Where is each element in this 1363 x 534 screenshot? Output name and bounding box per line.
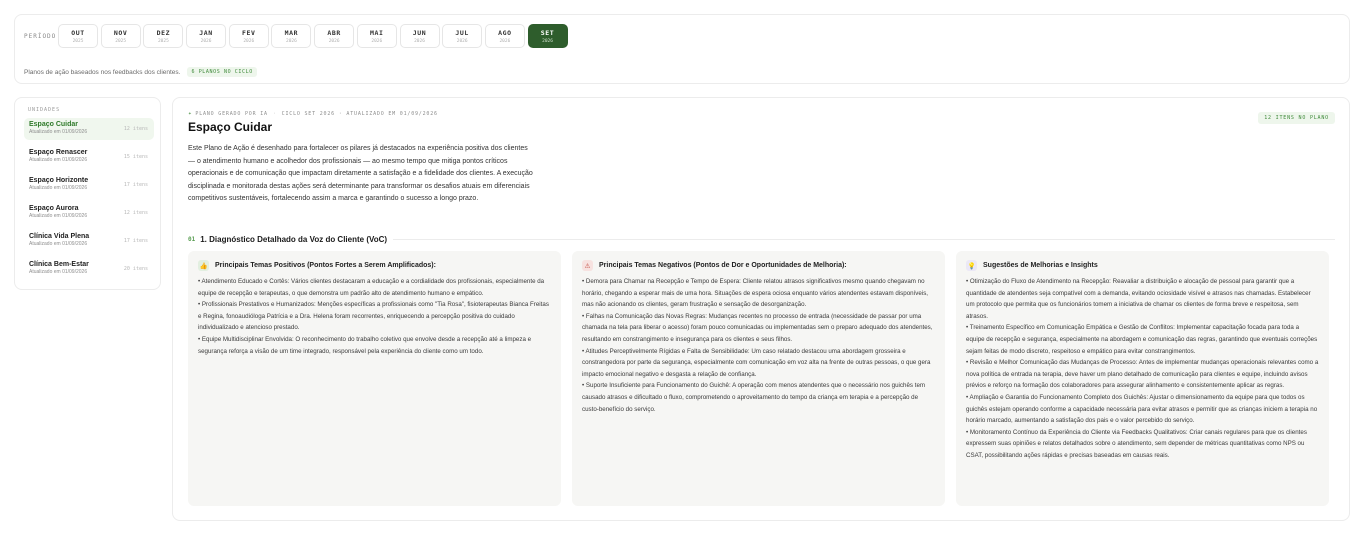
month-chip-nov[interactable]: NOV 2025 xyxy=(100,24,141,48)
positive-themes-title: Principais Temas Positivos (Pontos Forte… xyxy=(215,262,436,269)
month-year: 2026 xyxy=(499,38,511,44)
month-chip-jul[interactable]: JUL 2026 xyxy=(442,24,483,48)
positive-themes-body: • Atendimento Educado e Cortês: Vários c… xyxy=(198,276,551,357)
list-item: • Treinamento Específico em Comunicação … xyxy=(966,324,1318,355)
unit-item-count: 17 itens xyxy=(123,182,148,188)
unit-item[interactable]: Espaço Horizonte Atualizado em 01/09/2026… xyxy=(24,174,154,196)
month-list: OUT 2025 NOV 2025 DEZ 2025 JAN 2026 FEV 2026 MAR 20… xyxy=(58,24,570,48)
thumbs-up-icon: 👍 xyxy=(198,260,209,271)
unit-item-count: 20 itens xyxy=(123,266,148,272)
suggestions-panel: 💡 Sugestões de Melhorias e Insights • Ot… xyxy=(956,251,1329,506)
unit-item[interactable]: Espaço Renascer Atualizado em 01/09/2026 1… xyxy=(24,146,154,168)
month-year: 2025 xyxy=(115,38,127,44)
plans-count-badge: 6 PLANOS NO CICLO xyxy=(187,67,257,77)
positive-themes-panel: 👍 Principais Temas Positivos (Pontos For… xyxy=(188,251,561,506)
plan-title: Espaço Cuidar xyxy=(188,120,273,134)
month-chip-mar[interactable]: MAR 2026 xyxy=(271,24,312,48)
month-year: 2025 xyxy=(72,38,84,44)
plan-meta: ✦ PLANO GERADO POR IA · CICLO SET 2026 ·… xyxy=(188,110,438,117)
unit-item-count: 17 itens xyxy=(123,238,148,244)
list-item: • Atitudes Perceptivelmente Rígidas e Fa… xyxy=(582,347,931,378)
month-chip-fev[interactable]: FEV 2026 xyxy=(228,24,269,48)
section-header: 01 1. Diagnóstico Detalhado da Voz do Cl… xyxy=(188,233,1335,245)
negative-themes-title: Principais Temas Negativos (Pontos de Do… xyxy=(599,262,847,269)
unit-item-count: 12 itens xyxy=(123,210,148,216)
units-label: UNIDADES xyxy=(28,107,61,113)
list-item: • Falhas na Comunicação das Novas Regras… xyxy=(582,312,933,343)
section-number: 01 xyxy=(188,235,196,243)
month-name: JAN xyxy=(199,28,213,37)
month-year: 2026 xyxy=(200,38,212,44)
month-year: 2026 xyxy=(414,38,425,44)
unit-item[interactable]: Clínica Bem-Estar Atualizado em 01/09/202… xyxy=(24,258,154,280)
month-year: 2026 xyxy=(542,38,553,44)
list-item: • Monitoramento Contínuo da Experiência … xyxy=(966,428,1307,459)
month-year: 2026 xyxy=(243,38,255,44)
period-label: PERÍODO xyxy=(24,32,57,40)
list-item: • Revisão e Melhor Comunicação das Mudan… xyxy=(966,359,1319,390)
month-name: DEZ xyxy=(156,28,171,37)
period-card: PERÍODO OUT 2025 NOV 2025 DEZ 2025 JAN 2026 FEV 2… xyxy=(14,14,1350,84)
list-item: • Profissionais Prestativos e Humanizado… xyxy=(198,301,549,332)
month-chip-mai[interactable]: MAI 2026 xyxy=(356,24,397,48)
month-chip-out[interactable]: OUT 2025 xyxy=(58,24,98,48)
lightbulb-icon: 💡 xyxy=(966,260,977,271)
month-chip-set[interactable]: SET 2026 xyxy=(527,24,568,48)
month-chip-jun[interactable]: JUN 2026 xyxy=(399,24,440,48)
unit-item-count: 15 itens xyxy=(123,154,148,160)
suggestions-title: Sugestões de Melhorias e Insights xyxy=(983,262,1098,269)
list-item: • Equipe Multidisciplinar Envolvida: O r… xyxy=(198,335,532,355)
month-name: OUT xyxy=(71,28,85,37)
period-selector: PERÍODO OUT 2025 NOV 2025 DEZ 2025 JAN 2026 FEV 2… xyxy=(24,24,570,48)
list-item: • Ampliação e Garantia do Funcionamento … xyxy=(966,393,1318,425)
plan-generated-label: PLANO GERADO POR IA xyxy=(195,110,268,117)
plan-card: ✦ PLANO GERADO POR IA · CICLO SET 2026 ·… xyxy=(172,97,1350,521)
plan-items-badge: 12 ITENS NO PLANO xyxy=(1258,112,1335,124)
month-name: MAR xyxy=(284,28,299,37)
list-item: • Atendimento Educado e Cortês: Vários c… xyxy=(198,278,545,297)
month-name: JUN xyxy=(412,28,427,37)
month-chip-jan[interactable]: JAN 2026 xyxy=(186,24,227,48)
suggestions-body: • Otimização do Fluxo de Atendimento na … xyxy=(966,276,1319,462)
plan-cycle-label: CICLO SET 2026 · ATUALIZADO EM 01/09/202… xyxy=(281,110,438,117)
meta-separator: · xyxy=(272,110,277,117)
month-name: MAI xyxy=(370,28,384,37)
month-year: 2026 xyxy=(328,38,340,44)
month-year: 2026 xyxy=(286,38,297,44)
negative-themes-body: • Demora para Chamar na Recepção e Tempo… xyxy=(582,276,935,415)
unit-item[interactable]: Espaço Cuidar Atualizado em 01/09/2026 12 … xyxy=(24,118,154,140)
units-sidebar: UNIDADES Espaço Cuidar Atualizado em 01/0… xyxy=(14,97,161,290)
month-name: AGO xyxy=(498,28,512,37)
list-item: • Otimização do Fluxo de Atendimento na … xyxy=(966,278,1311,320)
month-year: 2025 xyxy=(157,38,169,44)
negative-themes-panel: ⚠ Principais Temas Negativos (Pontos de … xyxy=(572,251,945,506)
alert-icon: ⚠ xyxy=(582,260,593,271)
unit-item[interactable]: Espaço Aurora Atualizado em 01/09/2026 12 … xyxy=(24,202,154,224)
month-name: SET xyxy=(540,28,555,37)
unit-item[interactable]: Clínica Vida Plena Atualizado em 01/09/20… xyxy=(24,230,154,252)
month-name: NOV xyxy=(113,28,128,37)
month-chip-abr[interactable]: ABR 2026 xyxy=(314,24,355,48)
period-subtitle: Planos de ação baseados nos feedbacks do… xyxy=(24,68,181,76)
month-chip-dez[interactable]: DEZ 2025 xyxy=(143,24,184,48)
sparkle-icon: ✦ xyxy=(188,110,193,117)
section-divider xyxy=(393,238,1335,240)
month-year: 2026 xyxy=(371,38,383,44)
month-year: 2026 xyxy=(456,38,468,44)
unit-item-count: 12 itens xyxy=(123,126,148,132)
section-title: 1. Diagnóstico Detalhado da Voz do Clien… xyxy=(200,234,388,244)
period-subtitle-row: Planos de ação baseados nos feedbacks do… xyxy=(24,67,257,77)
month-chip-ago[interactable]: AGO 2026 xyxy=(484,24,525,48)
month-name: JUL xyxy=(455,28,469,37)
list-item: • Suporte Insuficiente para Funcionament… xyxy=(582,382,926,413)
plan-intro: Este Plano de Ação é desenhado para fort… xyxy=(188,145,533,202)
month-name: ABR xyxy=(327,28,341,37)
list-item: • Demora para Chamar na Recepção e Tempo… xyxy=(582,278,929,309)
month-name: FEV xyxy=(241,28,256,37)
